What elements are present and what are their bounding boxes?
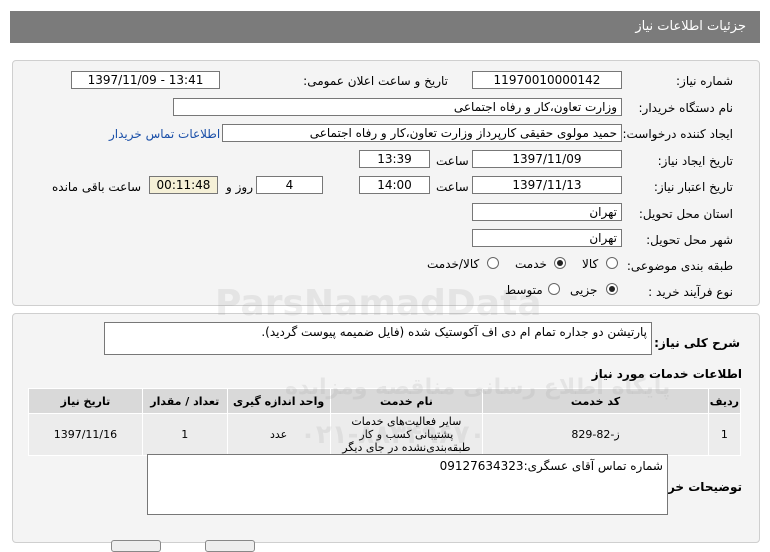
buyer-org-label: نام دستگاه خریدار:: [638, 101, 734, 115]
description-label: شرح کلی نیاز:: [654, 336, 740, 350]
validity-date-field[interactable]: 1397/11/13: [472, 176, 622, 194]
creator-field[interactable]: حمید مولوی حقیقی کارپرداز وزارت تعاون،کا…: [222, 124, 622, 142]
services-section-title: اطلاعات خدمات مورد نیاز: [591, 367, 742, 381]
validity-time-field[interactable]: 14:00: [359, 176, 430, 194]
bottom-button-right[interactable]: [205, 540, 255, 552]
process-medium-radio[interactable]: [548, 283, 560, 295]
city-label: شهر محل تحویل:: [646, 233, 733, 247]
category-service-radio[interactable]: [554, 257, 566, 269]
created-time-label: ساعت: [436, 154, 469, 168]
col-row: ردیف: [707, 388, 742, 414]
remaining-time-field: 00:11:48: [149, 176, 218, 194]
announce-label: تاریخ و ساعت اعلان عمومی:: [303, 74, 448, 88]
category-service-label: خدمت: [515, 257, 547, 271]
created-date-field[interactable]: 1397/11/09: [472, 150, 622, 168]
service-name-line1: سایر فعالیت‌های خدمات پشتیبانی کسب و کار: [351, 415, 462, 441]
table-row: 1397/11/16 1 عدد سایر فعالیت‌های خدمات پ…: [28, 413, 742, 456]
bottom-button-left[interactable]: [111, 540, 161, 552]
process-small-radio[interactable]: [606, 283, 618, 295]
creator-label: ایجاد کننده درخواست:: [622, 127, 733, 141]
cell-service-name: سایر فعالیت‌های خدمات پشتیبانی کسب و کار…: [329, 413, 484, 456]
description-text: پارتیشن دو جداره تمام ام دی اف آکوستیک ش…: [261, 325, 647, 339]
category-both-radio[interactable]: [487, 257, 499, 269]
col-need-date: تاریخ نیاز: [28, 388, 143, 414]
col-service-code: کد خدمت: [482, 388, 709, 414]
cell-row-number: 1: [707, 413, 742, 456]
days-field[interactable]: 4: [256, 176, 323, 194]
province-field[interactable]: تهران: [472, 203, 622, 221]
created-time-field[interactable]: 13:39: [359, 150, 430, 168]
description-box[interactable]: پارتیشن دو جداره تمام ام دی اف آکوستیک ش…: [104, 322, 652, 355]
cell-need-date: 1397/11/16: [28, 413, 143, 456]
cell-unit: عدد: [226, 413, 331, 456]
service-name-line2: طبقه‌بندی‌نشده در جای دیگر: [342, 441, 471, 454]
process-small-label: جزیی: [570, 283, 598, 297]
category-label: طبقه بندی موضوعی:: [626, 259, 733, 273]
cell-service-code: ز-82-829: [482, 413, 709, 456]
col-unit: واحد اندازه گیری: [226, 388, 331, 414]
buyer-org-field[interactable]: وزارت تعاون،کار و رفاه اجتماعی: [173, 98, 622, 116]
days-label: روز و: [226, 180, 253, 194]
buyer-notes-text: شماره تماس آقای عسگری:09127634323: [439, 459, 663, 473]
title-bar: جزئیات اطلاعات نیاز: [10, 11, 760, 43]
category-goods-radio[interactable]: [606, 257, 618, 269]
remaining-label: ساعت باقی مانده: [52, 180, 142, 194]
city-field[interactable]: تهران: [472, 229, 622, 247]
contact-info-link[interactable]: اطلاعات تماس خریدار: [109, 127, 220, 141]
need-number-field[interactable]: 1197001000014‌2: [472, 71, 622, 89]
page: جزئیات اطلاعات نیاز شماره نیاز: 11970010…: [0, 0, 770, 552]
province-label: استان محل تحویل:: [638, 207, 733, 221]
buyer-notes-box[interactable]: شماره تماس آقای عسگری:09127634323: [147, 454, 668, 515]
services-table: تاریخ نیاز تعداد / مقدار واحد اندازه گیر…: [28, 388, 742, 456]
process-medium-label: متوسط: [505, 283, 543, 297]
col-service-name: نام خدمت: [329, 388, 484, 414]
cell-quantity: 1: [141, 413, 228, 456]
col-quantity: تعداد / مقدار: [141, 388, 228, 414]
category-both-label: کالا/خدمت: [427, 257, 480, 271]
created-date-label: تاریخ ایجاد نیاز:: [657, 154, 733, 168]
category-goods-label: کالا: [582, 257, 599, 271]
page-title: جزئیات اطلاعات نیاز: [635, 19, 746, 34]
services-header-row: تاریخ نیاز تعداد / مقدار واحد اندازه گیر…: [28, 388, 742, 414]
validity-time-label: ساعت: [436, 180, 469, 194]
need-number-label: شماره نیاز:: [676, 74, 733, 88]
process-label: نوع فرآیند خرید :: [648, 285, 733, 299]
validity-label: تاریخ اعتبار نیاز:: [653, 180, 733, 194]
announce-field[interactable]: 1397/11/09 - 13:41: [71, 71, 220, 89]
